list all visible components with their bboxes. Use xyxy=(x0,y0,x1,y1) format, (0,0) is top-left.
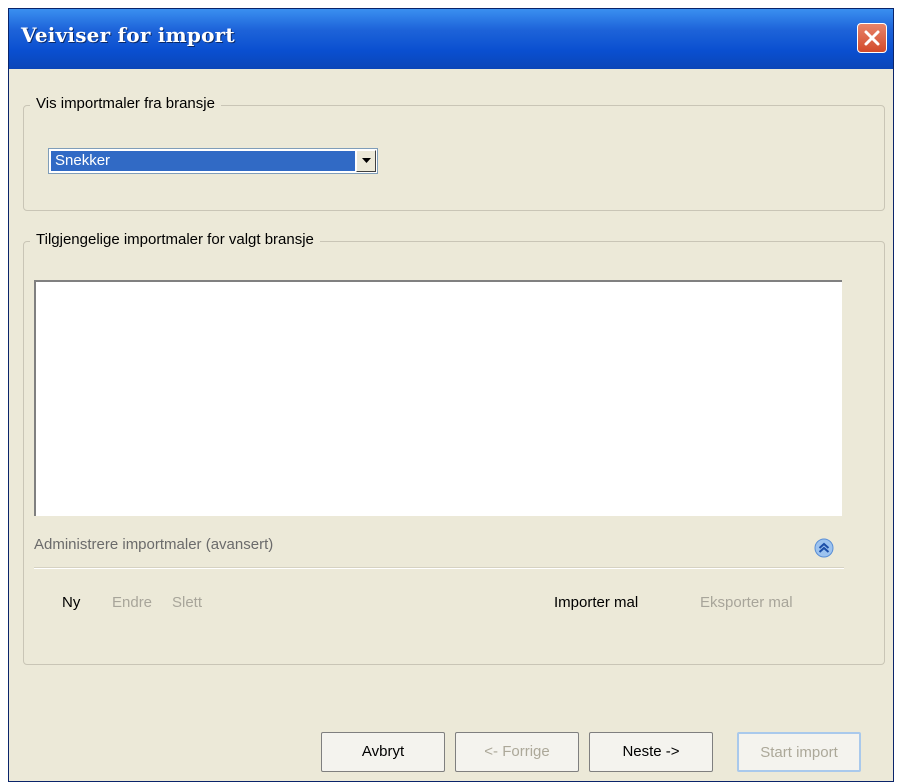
industry-dropdown[interactable]: Snekker xyxy=(48,148,378,174)
import-wizard-window: Veiviser for import Vis importmaler fra … xyxy=(8,8,894,782)
start-import-button[interactable]: Start import xyxy=(737,732,861,772)
templates-groupbox: Tilgjengelige importmaler for valgt bran… xyxy=(23,231,885,665)
double-chevron-up-icon[interactable] xyxy=(814,538,834,558)
industry-dropdown-value: Snekker xyxy=(51,151,355,171)
close-button[interactable] xyxy=(857,23,887,53)
industry-legend: Vis importmaler fra bransje xyxy=(30,95,221,112)
templates-legend: Tilgjengelige importmaler for valgt bran… xyxy=(30,231,320,248)
next-button[interactable]: Neste -> xyxy=(589,732,713,772)
dropdown-button[interactable] xyxy=(356,150,376,172)
delete-template-link[interactable]: Slett xyxy=(172,594,202,611)
admin-divider xyxy=(34,568,844,569)
industry-groupbox: Vis importmaler fra bransje Snekker xyxy=(23,95,885,211)
new-template-link[interactable]: Ny xyxy=(62,594,80,611)
import-template-link[interactable]: Importer mal xyxy=(554,594,638,611)
templates-list[interactable] xyxy=(34,280,842,516)
previous-button[interactable]: <- Forrige xyxy=(455,732,579,772)
export-template-link[interactable]: Eksporter mal xyxy=(700,594,793,611)
edit-template-link[interactable]: Endre xyxy=(112,594,152,611)
admin-section-label: Administrere importmaler (avansert) xyxy=(34,536,274,553)
title-bar[interactable]: Veiviser for import xyxy=(9,9,893,69)
window-title: Veiviser for import xyxy=(21,23,235,47)
cancel-button[interactable]: Avbryt xyxy=(321,732,445,772)
